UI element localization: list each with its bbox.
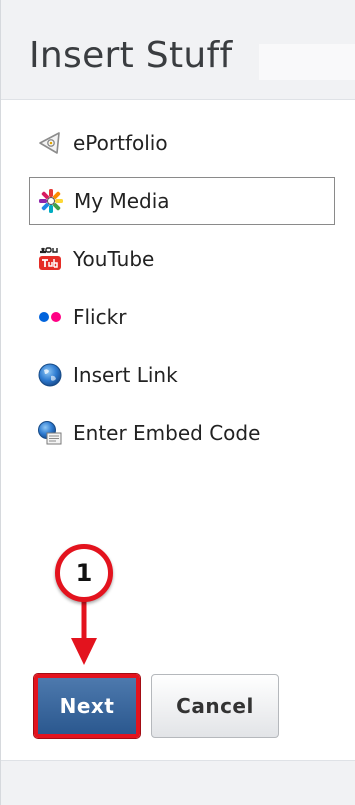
embed-code-icon <box>37 420 63 446</box>
list-item-label: YouTube <box>73 247 155 271</box>
list-item-eportfolio[interactable]: ePortfolio <box>29 119 335 167</box>
insert-stuff-dialog: Insert Stuff ePortfolio My Media YouTube… <box>0 0 355 805</box>
step-number-badge: 1 <box>55 544 113 602</box>
page-title: Insert Stuff <box>29 35 233 76</box>
my-media-icon <box>38 188 64 214</box>
list-item-insert-link[interactable]: Insert Link <box>29 351 335 399</box>
eportfolio-icon <box>37 130 63 156</box>
list-item-youtube[interactable]: YouTube <box>29 235 335 283</box>
list-item-label: Enter Embed Code <box>73 421 261 445</box>
youtube-icon <box>37 246 63 272</box>
globe-icon <box>37 362 63 388</box>
header-decoration <box>259 44 355 80</box>
cancel-button[interactable]: Cancel <box>151 674 279 738</box>
list-item-label: Insert Link <box>73 363 178 387</box>
list-item-label: Flickr <box>73 305 127 329</box>
dialog-footer <box>1 760 355 805</box>
next-button[interactable]: Next <box>34 674 140 738</box>
list-item-label: My Media <box>74 189 170 213</box>
list-item-my-media[interactable]: My Media <box>29 177 335 225</box>
list-item-enter-embed-code[interactable]: Enter Embed Code <box>29 409 335 457</box>
flickr-icon <box>37 304 63 330</box>
list-item-flickr[interactable]: Flickr <box>29 293 335 341</box>
dialog-header: Insert Stuff <box>1 0 355 100</box>
list-item-label: ePortfolio <box>73 131 168 155</box>
